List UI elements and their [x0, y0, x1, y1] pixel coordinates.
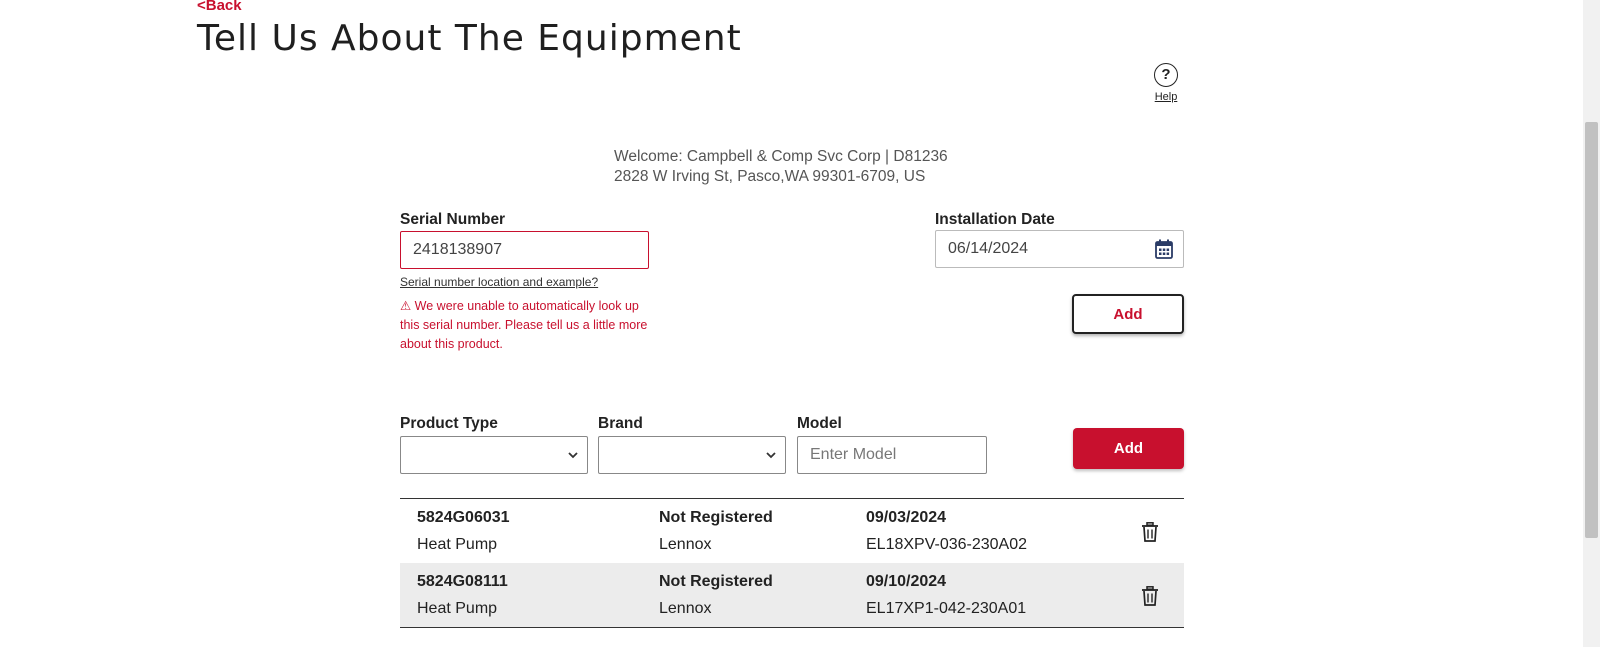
equipment-serial: 5824G08111 — [417, 573, 508, 590]
serial-error-message: ⚠ We were unable to automatically look u… — [400, 299, 648, 351]
model-input[interactable] — [797, 436, 987, 474]
page-title: Tell Us About The Equipment — [197, 18, 742, 59]
equipment-list: 5824G06031 Heat Pump Not Registered Lenn… — [400, 498, 1184, 628]
equipment-brand: Lennox — [659, 600, 712, 617]
help-button[interactable]: ? Help — [1149, 63, 1183, 103]
equipment-date: 09/03/2024 — [866, 509, 947, 526]
equipment-model: EL17XP1-042-230A01 — [866, 600, 1027, 617]
welcome-line: Welcome: Campbell & Comp Svc Corp | D812… — [614, 148, 948, 165]
serial-location-link[interactable]: Serial number location and example? — [400, 275, 598, 289]
scrollbar[interactable] — [1583, 0, 1600, 647]
serial-number-label: Serial Number — [400, 211, 506, 228]
installation-date-value: 06/14/2024 — [948, 240, 1029, 257]
equipment-model: EL18XPV-036-230A02 — [866, 536, 1028, 553]
equipment-row: 5824G08111 Heat Pump Not Registered Lenn… — [400, 563, 1184, 627]
chevron-down-icon — [568, 452, 578, 459]
equipment-type: Heat Pump — [417, 536, 498, 553]
trash-icon[interactable] — [1141, 522, 1159, 542]
equipment-status: Not Registered — [659, 509, 773, 526]
chevron-down-icon — [766, 452, 776, 459]
brand-label: Brand — [598, 415, 643, 432]
equipment-serial: 5824G06031 — [417, 509, 510, 526]
installation-date-field[interactable]: 06/14/2024 — [935, 230, 1184, 268]
help-circle-icon: ? — [1154, 63, 1178, 87]
serial-number-input[interactable] — [400, 231, 649, 269]
welcome-info: Welcome: Campbell & Comp Svc Corp | D812… — [614, 147, 948, 187]
product-type-select[interactable] — [400, 436, 588, 474]
address-line: 2828 W Irving St, Pasco,WA 99301-6709, U… — [614, 168, 926, 185]
equipment-brand: Lennox — [659, 536, 712, 553]
equipment-status: Not Registered — [659, 573, 773, 590]
back-link[interactable]: <Back — [197, 0, 242, 14]
calendar-icon[interactable] — [1155, 239, 1173, 259]
installation-date-label: Installation Date — [935, 211, 1055, 228]
add-serial-button[interactable]: Add — [1072, 294, 1184, 334]
equipment-type: Heat Pump — [417, 600, 498, 617]
model-label: Model — [797, 415, 842, 432]
product-type-label: Product Type — [400, 415, 498, 432]
brand-select[interactable] — [598, 436, 786, 474]
equipment-row: 5824G06031 Heat Pump Not Registered Lenn… — [400, 499, 1184, 563]
equipment-date: 09/10/2024 — [866, 573, 947, 590]
page: <Back Tell Us About The Equipment ? Help… — [0, 0, 1600, 647]
scrollbar-thumb[interactable] — [1585, 122, 1598, 538]
trash-icon[interactable] — [1141, 586, 1159, 606]
add-product-button[interactable]: Add — [1073, 428, 1184, 469]
help-label: Help — [1154, 91, 1178, 103]
